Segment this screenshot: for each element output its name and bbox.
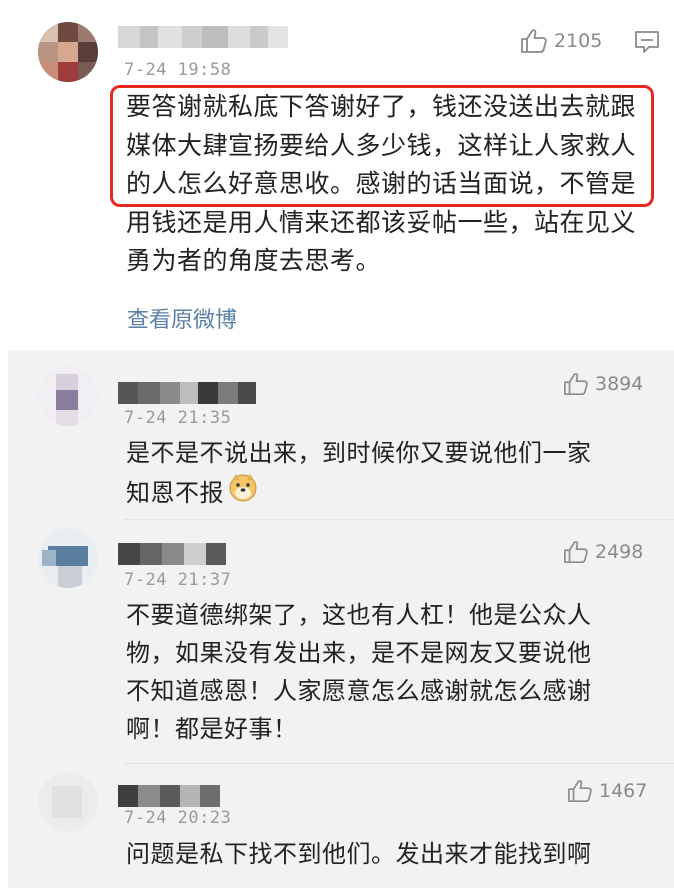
thumbs-up-icon: [568, 780, 592, 802]
reply-line: 问题是私下找不到他们。发出来才能找到啊: [126, 840, 592, 868]
like-button[interactable]: 2105: [520, 28, 602, 54]
view-original-weibo-link[interactable]: 查看原微博: [127, 302, 237, 334]
comment-icon: [635, 31, 659, 53]
reply-timestamp: 7-24 21:35: [124, 408, 232, 428]
username-blurred[interactable]: [118, 26, 288, 48]
comment-line: 用钱还是用人情来还都该妥帖一些，站在见义: [126, 207, 637, 237]
comment-line: 勇为者的角度去思考。: [126, 246, 382, 275]
reply-line: 物，如果没有发出来，是不是网友又要说他: [126, 639, 592, 667]
username-blurred[interactable]: [118, 785, 220, 807]
thumbs-up-icon: [564, 373, 588, 395]
like-button[interactable]: 1467: [567, 779, 647, 803]
avatar[interactable]: [38, 22, 98, 82]
reply-text: 问题是私下找不到他们。发出来才能找到啊: [126, 835, 656, 873]
divider: [124, 519, 674, 520]
comment-text: 要答谢就私底下答谢好了，钱还没送出去就跟 媒体大肆宣扬要给人多少钱，这样让人家救…: [126, 88, 666, 281]
reply-line: 不要道德绑架了，这也有人杠！他是公众人: [126, 601, 592, 629]
like-button[interactable]: 2498: [563, 540, 643, 564]
like-button[interactable]: 3894: [563, 372, 643, 396]
reply-text: 不要道德绑架了，这也有人杠！他是公众人 物，如果没有发出来，是不是网友又要说他 …: [126, 596, 656, 748]
thumbs-up-icon: [564, 541, 588, 563]
username-blurred[interactable]: [118, 543, 226, 565]
comment-line: 媒体大肆宣扬要给人多少钱，这样让人家救人: [126, 130, 637, 160]
like-count: 2105: [554, 30, 603, 52]
divider: [124, 763, 674, 764]
comment-button[interactable]: [634, 30, 660, 58]
reply-timestamp: 7-24 21:37: [124, 570, 232, 590]
like-count: 2498: [595, 541, 644, 563]
reply-line: 啊！都是好事！: [126, 715, 298, 743]
avatar[interactable]: [38, 528, 98, 588]
reply-text: 是不是不说出来，到时候你又要说他们一家 知恩不报: [126, 434, 656, 513]
comment-timestamp: 7-24 19:58: [124, 60, 232, 80]
reply-timestamp: 7-24 20:23: [124, 808, 232, 828]
reply-line: 不知道感恩！人家愿意怎么感谢就怎么感谢: [126, 677, 592, 705]
doge-emoji-icon: [228, 472, 258, 513]
comment-line: 要答谢就私底下答谢好了，钱还没送出去就跟: [126, 92, 637, 121]
username-blurred[interactable]: [118, 382, 256, 404]
reply-line: 知恩不报: [126, 478, 224, 507]
comment-line: 的人怎么好意思收。感谢的话当面说，不管是: [126, 169, 637, 198]
avatar[interactable]: [38, 772, 98, 832]
reply-line: 是不是不说出来，到时候你又要说他们一家: [126, 439, 592, 467]
avatar[interactable]: [38, 366, 98, 426]
thumbs-up-icon: [521, 29, 547, 53]
like-count: 1467: [599, 780, 648, 802]
like-count: 3894: [595, 373, 644, 395]
